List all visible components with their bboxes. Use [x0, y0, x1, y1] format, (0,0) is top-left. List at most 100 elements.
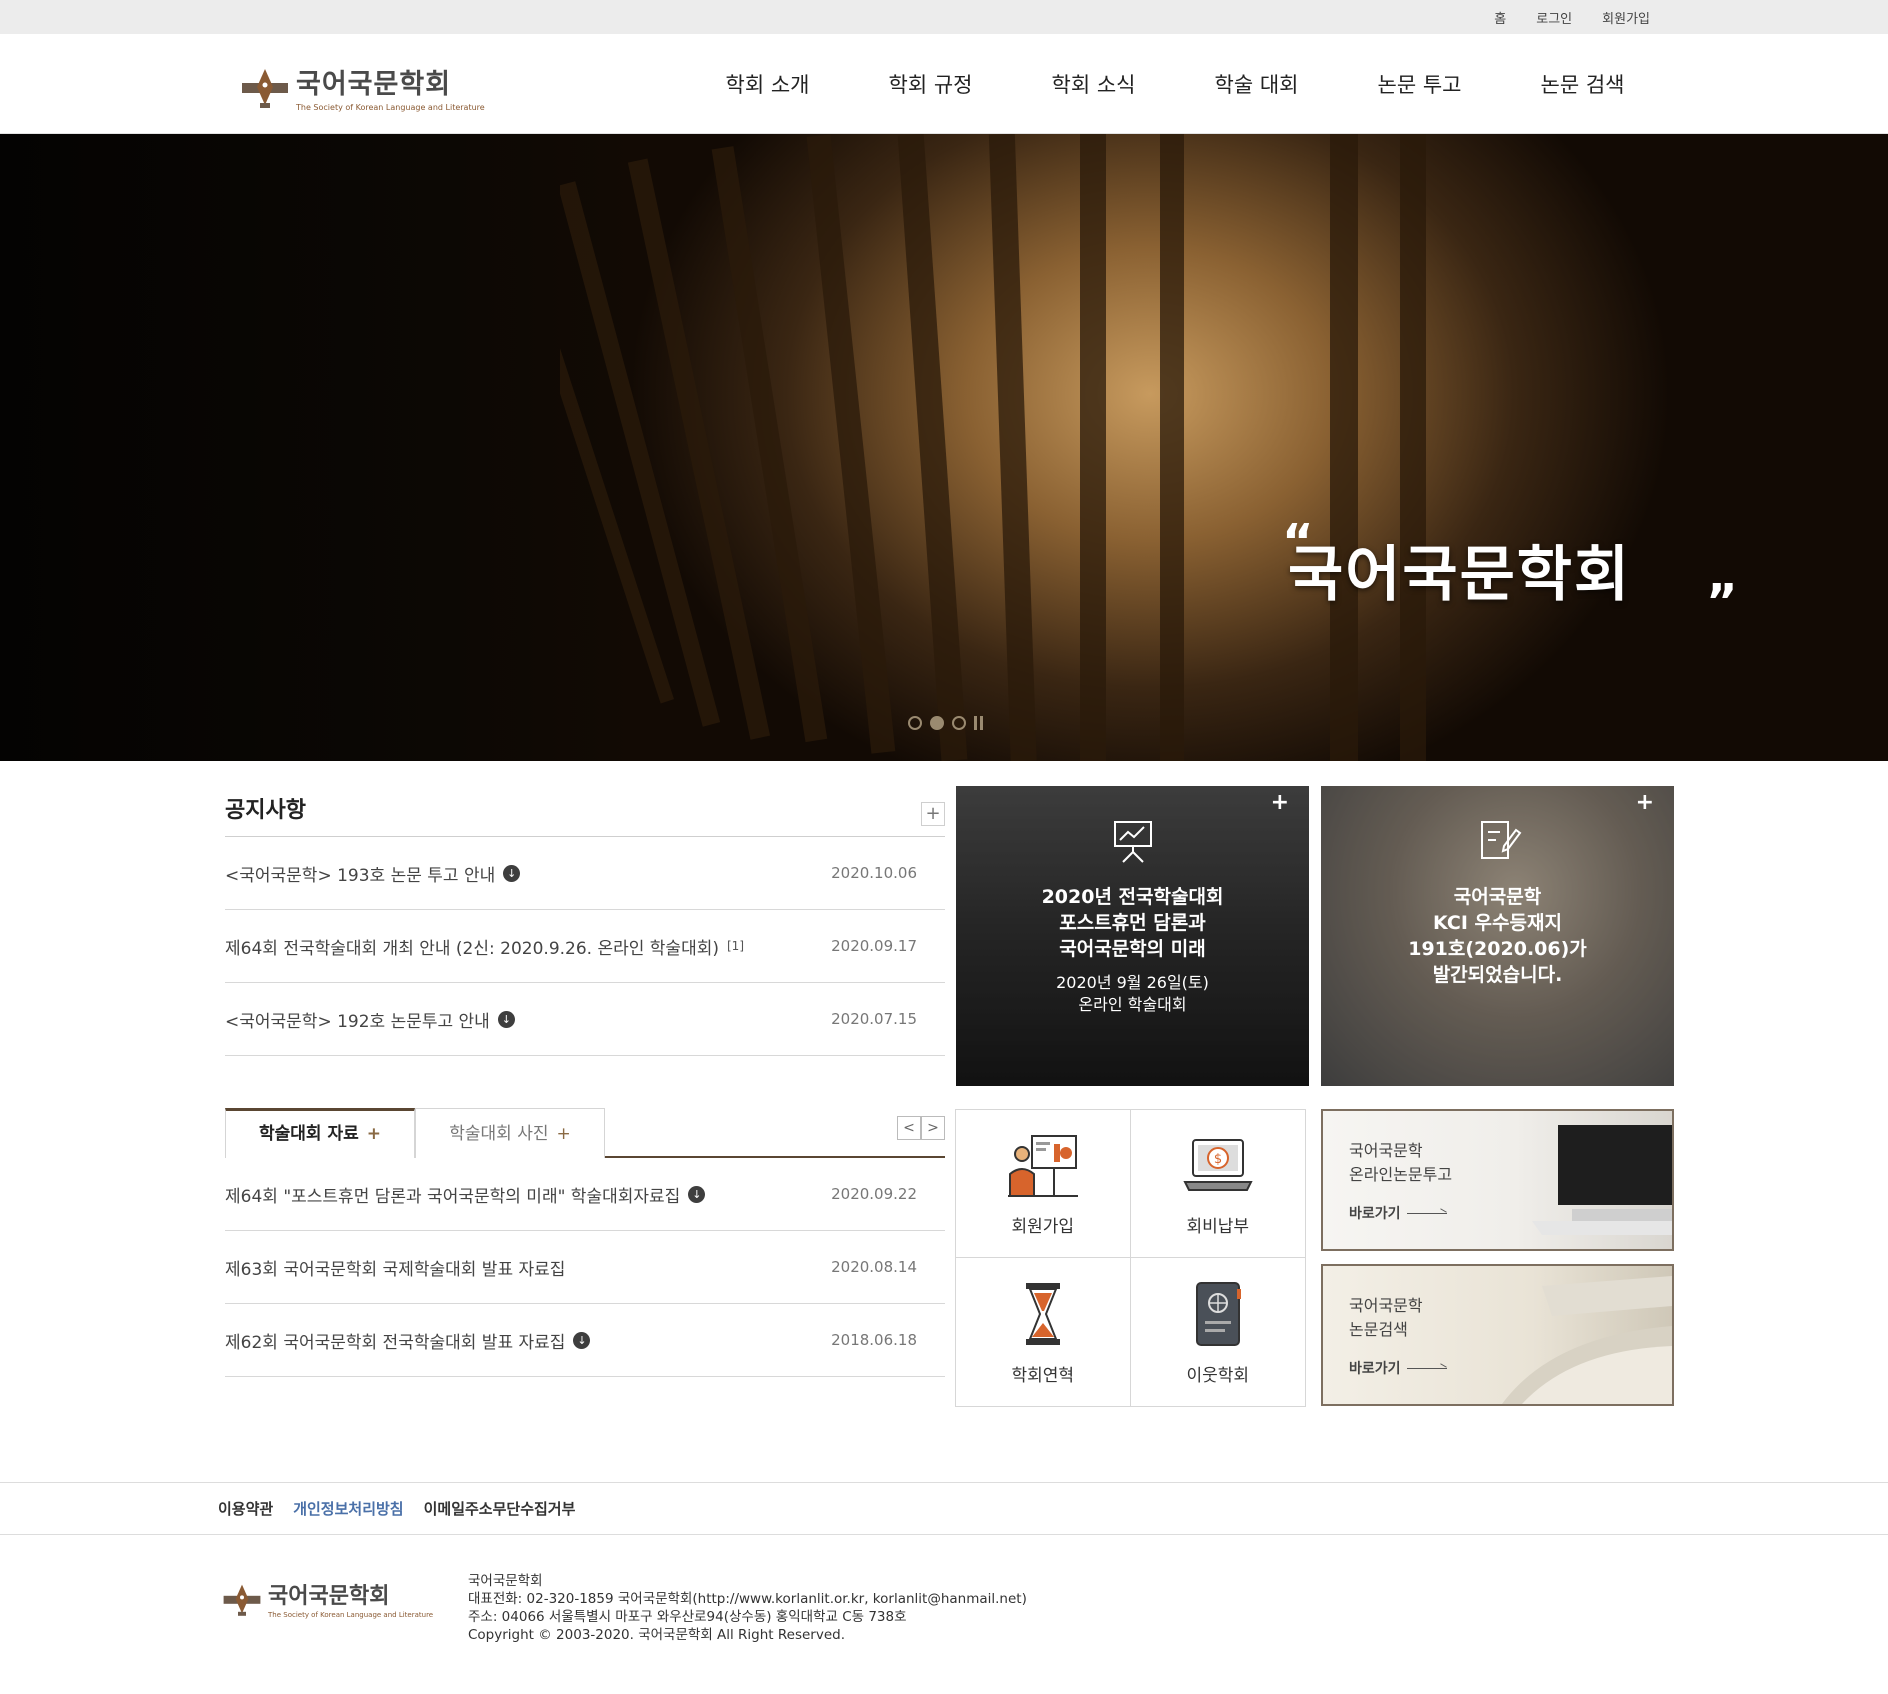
banner-line-1: 국어국문학	[1349, 1296, 1423, 1315]
notice-row[interactable]: 제64회 전국학술대회 개최 안내 (2신: 2020.9.26. 온라인 학술…	[225, 910, 945, 983]
open-book-image	[1502, 1276, 1672, 1404]
slide-dot-1[interactable]	[908, 716, 922, 730]
seminar-item-date: 2020.09.22	[831, 1185, 917, 1203]
notice-list: <국어국문학> 193호 논문 투고 안내 ↓ 2020.10.06 제64회 전…	[225, 836, 945, 1056]
nav-news[interactable]: 학회 소식	[1012, 69, 1175, 99]
footer-info: 국어국문학회 대표전화: 02-320-1859 국어국문학회(http://w…	[468, 1572, 1027, 1644]
tab-label: 학술대회 사진	[449, 1124, 549, 1144]
hourglass-icon	[1025, 1282, 1060, 1345]
prev-arrow-icon[interactable]: <	[897, 1116, 921, 1140]
svg-text:$: $	[1214, 1152, 1222, 1167]
seminar-list: 제64회 "포스트휴먼 담론과 국어국문학의 미래" 학술대회자료집 ↓ 2020…	[225, 1158, 945, 1377]
nav-about[interactable]: 학회 소개	[686, 69, 849, 99]
go-label: 바로가기	[1349, 1361, 1401, 1377]
banner-go-link[interactable]: 바로가기	[1349, 1203, 1447, 1223]
notice-item-title: <국어국문학> 193호 논문 투고 안내	[225, 865, 496, 886]
tile-plus-icon[interactable]: +	[1636, 790, 1654, 815]
nav-rules[interactable]: 학회 규정	[849, 69, 1012, 99]
download-icon[interactable]: ↓	[497, 1010, 515, 1028]
seminar-item-date: 2018.06.18	[831, 1331, 917, 1349]
seminar-row[interactable]: 제64회 "포스트휴먼 담론과 국어국문학의 미래" 학술대회자료집 ↓ 2020…	[225, 1158, 945, 1231]
logo-title: 국어국문학회	[296, 69, 452, 100]
download-icon[interactable]: ↓	[573, 1331, 591, 1349]
online-submission-banner[interactable]: 국어국문학 온라인논문투고 바로가기	[1321, 1109, 1674, 1251]
quick-link-label: 회원가입	[1011, 1217, 1075, 1237]
banner-line-1: 국어국문학	[1349, 1141, 1423, 1160]
quick-link-signup[interactable]: 회원가입	[956, 1110, 1131, 1258]
notice-item-title: <국어국문학> 192호 논문투고 안내	[225, 1011, 490, 1032]
notice-row[interactable]: <국어국문학> 192호 논문투고 안내 ↓ 2020.07.15	[225, 983, 945, 1056]
footer-nav: 이용약관 개인정보처리방침 이메일주소무단수집거부	[0, 1482, 1888, 1535]
plus-icon: +	[366, 1124, 381, 1144]
notice-more-button[interactable]: +	[921, 802, 945, 826]
quick-link-neighbors[interactable]: 이웃학회	[1131, 1258, 1306, 1406]
main-nav: 학회 소개 학회 규정 학회 소식 학술 대회 논문 투고 논문 검색	[686, 34, 1664, 134]
conference-mode: 온라인 학술대회	[1078, 995, 1187, 1014]
nav-search[interactable]: 논문 검색	[1501, 69, 1664, 99]
tab-label: 학술대회 자료	[258, 1124, 359, 1144]
nav-submission[interactable]: 논문 투고	[1338, 69, 1501, 99]
site-logo[interactable]: 국어국문학회 The Society of Korean Language an…	[240, 62, 485, 112]
quick-link-fee[interactable]: $ 회비납부	[1130, 1110, 1305, 1258]
seminar-tabs: 학술대회 자료 + 학술대회 사진 + < >	[225, 1108, 945, 1158]
conference-line-2: 포스트휴먼 담론과	[1059, 912, 1206, 934]
home-link[interactable]: 홈	[1494, 8, 1506, 27]
slide-dot-2[interactable]	[930, 716, 944, 730]
notice-item-date: 2020.10.06	[831, 864, 917, 882]
presentation-icon	[1007, 1135, 1078, 1197]
seminar-section: 학술대회 자료 + 학술대회 사진 + < > 제64회 "포스트휴먼 담론과 국어…	[225, 1108, 945, 1377]
download-icon[interactable]: ↓	[688, 1185, 706, 1203]
notice-section: 공지사항 + <국어국문학> 193호 논문 투고 안내 ↓ 2020.10.06…	[225, 786, 945, 1056]
seminar-row[interactable]: 제62회 국어국문학회 전국학술대회 발표 자료집 ↓ 2018.06.18	[225, 1304, 945, 1377]
tab-seminar-photos[interactable]: 학술대회 사진 +	[415, 1108, 605, 1158]
notice-row[interactable]: <국어국문학> 193호 논문 투고 안내 ↓ 2020.10.06	[225, 837, 945, 910]
journal-line-4: 발간되었습니다.	[1432, 964, 1563, 986]
footer-logo: 국어국문학회 The Society of Korean Language an…	[222, 1578, 433, 1619]
slider-pager	[908, 716, 988, 730]
footer-address: 주소: 04066 서울특별시 마포구 와우산로94(상수동) 홍익대학교 C동…	[468, 1609, 907, 1625]
banner-go-link[interactable]: 바로가기	[1349, 1358, 1447, 1378]
seminar-row[interactable]: 제63회 국어국문학회 국제학술대회 발표 자료집 2020.08.14	[225, 1231, 945, 1304]
laptop-money-icon: $	[1183, 1139, 1253, 1191]
hangul-wall-image	[560, 134, 1426, 761]
paper-search-banner[interactable]: 국어국문학 논문검색 바로가기	[1321, 1264, 1674, 1406]
journal-line-1: 국어국문학	[1453, 886, 1542, 908]
site-header: 국어국문학회 The Society of Korean Language an…	[0, 34, 1888, 134]
quick-links-grid: 회원가입 $ 회비납부 학회연혁 이웃학회	[955, 1109, 1306, 1407]
footer-org: 국어국문학회	[468, 1573, 543, 1589]
hero-shadow	[0, 134, 640, 761]
notice-title: 공지사항	[225, 798, 306, 823]
quick-link-label: 이웃학회	[1186, 1365, 1250, 1386]
email-refusal-link[interactable]: 이메일주소무단수집거부	[424, 1498, 576, 1519]
conference-tile[interactable]: + 2020년 전국학술대회 포스트휴먼 담론과 국어국문학의 미래 2020년…	[956, 786, 1309, 1086]
close-quote-mark: ”	[1706, 574, 1738, 630]
tile-plus-icon[interactable]: +	[1271, 790, 1289, 815]
seminar-item-title: 제63회 국어국문학회 국제학술대회 발표 자료집	[225, 1259, 566, 1280]
quick-link-label: 회비납부	[1186, 1217, 1250, 1237]
signup-link[interactable]: 회원가입	[1602, 8, 1650, 27]
terms-link[interactable]: 이용약관	[218, 1498, 273, 1519]
footer-tel: 대표전화: 02-320-1859 국어국문학회(http://www.korl…	[468, 1591, 1027, 1607]
go-label: 바로가기	[1349, 1206, 1401, 1222]
download-icon[interactable]: ↓	[503, 864, 521, 882]
conference-line-1: 2020년 전국학술대회	[1041, 886, 1224, 908]
slide-dot-3[interactable]	[952, 716, 966, 730]
quick-link-history[interactable]: 학회연혁	[956, 1258, 1131, 1406]
pen-nib-logo-icon	[223, 1584, 261, 1616]
journal-tile[interactable]: + 국어국문학 KCI 우수등재지 191호(2020.06)가 발간되었습니다…	[1321, 786, 1674, 1086]
quick-link-label: 학회연혁	[1011, 1365, 1075, 1386]
nav-conference[interactable]: 학술 대회	[1175, 69, 1338, 99]
login-link[interactable]: 로그인	[1536, 8, 1572, 27]
hero-title: 국어국문학회	[1288, 540, 1632, 610]
privacy-link[interactable]: 개인정보처리방침	[293, 1498, 403, 1519]
document-edit-icon	[1480, 821, 1521, 859]
footer-logo-subtitle: The Society of Korean Language and Liter…	[268, 1611, 434, 1619]
book-globe-icon	[1195, 1281, 1241, 1346]
utility-links: 홈 로그인 회원가입	[1494, 0, 1650, 34]
journal-line-3: 191호(2020.06)가	[1408, 938, 1587, 960]
tab-seminar-materials[interactable]: 학술대회 자료 +	[225, 1108, 415, 1158]
pause-icon[interactable]	[974, 716, 988, 730]
next-arrow-icon[interactable]: >	[921, 1116, 945, 1140]
journal-line-2: KCI 우수등재지	[1433, 912, 1562, 934]
footer-logo-title: 국어국문학회	[268, 1584, 390, 1609]
